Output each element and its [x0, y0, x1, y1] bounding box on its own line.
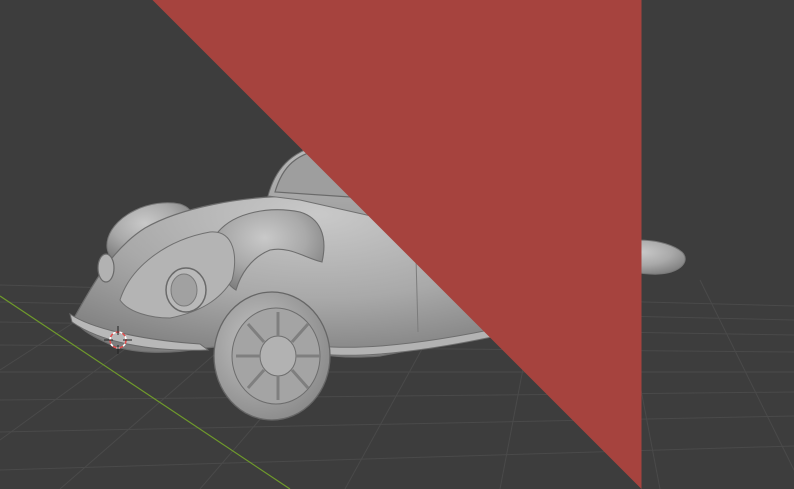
3d-viewport[interactable] [0, 0, 794, 489]
corner-marker-icon [152, 0, 642, 489]
